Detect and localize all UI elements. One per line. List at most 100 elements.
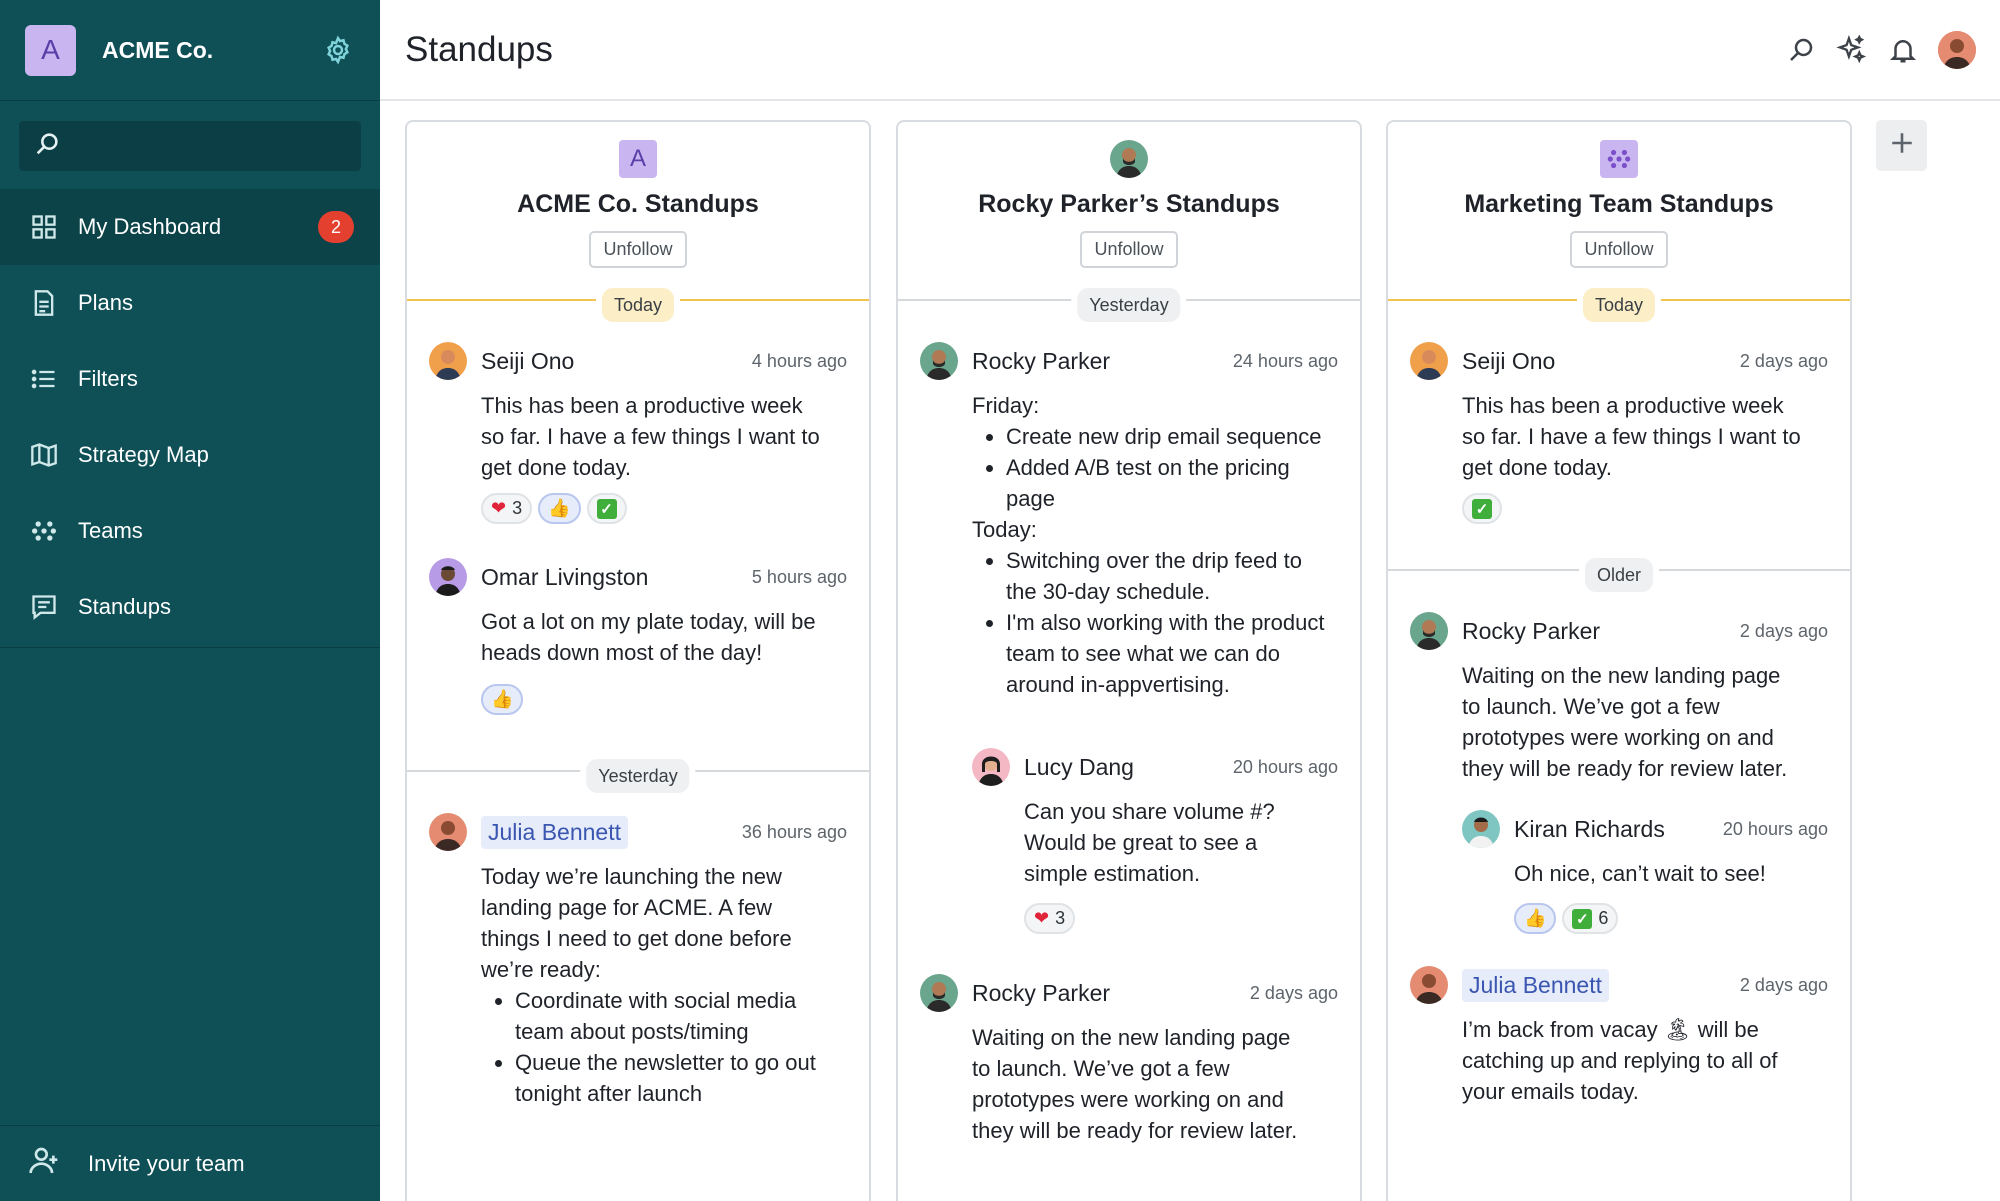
author-name[interactable]: Omar Livingston: [481, 564, 752, 591]
avatar[interactable]: [429, 558, 467, 596]
avatar[interactable]: [920, 974, 958, 1012]
author-name[interactable]: Julia Bennett: [1462, 968, 1609, 1002]
timestamp: 2 days ago: [1739, 974, 1828, 995]
avatar[interactable]: [1410, 342, 1448, 380]
sidebar-nav: My Dashboard 2 Plans Filters Strategy Ma…: [0, 189, 380, 648]
bullet-item: Added A/B test on the pricing page: [1006, 452, 1338, 514]
date-pill: Older: [1578, 552, 1660, 598]
date-pill: Yesterday: [1071, 282, 1187, 328]
post-line: so far. I have a few things I want to: [481, 424, 820, 449]
post-line: landing page for ACME. A few: [481, 895, 773, 920]
sidebar-item-my-dashboard[interactable]: My Dashboard 2: [0, 189, 380, 265]
post-line: Oh nice, can’t wait to see!: [1514, 861, 1766, 886]
team-dots-icon: [1600, 140, 1638, 178]
gear-icon[interactable]: [321, 33, 355, 67]
reactions: 👍 ✓ 6: [1514, 903, 1828, 934]
reaction-thumbs-up[interactable]: 👍: [1514, 903, 1557, 934]
post-line: they will be ready for review later.: [1462, 756, 1788, 781]
sidebar-divider: [0, 647, 380, 648]
avatar[interactable]: [920, 342, 958, 380]
reaction-thumbs-up[interactable]: 👍: [481, 684, 524, 715]
heart-icon: ❤: [1034, 908, 1050, 928]
post-line: This has been a productive week: [481, 393, 803, 418]
sidebar-item-plans[interactable]: Plans: [0, 265, 380, 341]
map-icon: [28, 439, 60, 471]
post-line: your emails today.: [1462, 1079, 1639, 1104]
heart-icon: ❤: [491, 498, 507, 518]
standup-column-acme: A ACME Co. Standups Unfollow Today Seiji…: [405, 120, 871, 1201]
reactions: ❤ 3: [1024, 903, 1338, 934]
date-pill: Yesterday: [580, 753, 696, 799]
date-separator: Yesterday: [407, 753, 869, 799]
search-icon[interactable]: [1785, 34, 1816, 65]
bullet-item: Create new drip email sequence: [1006, 421, 1338, 452]
post-line: to launch. We’ve got a few: [1462, 694, 1720, 719]
sidebar-item-teams[interactable]: Teams: [0, 493, 380, 569]
standup-post: Rocky Parker 2 days ago Waiting on the n…: [898, 974, 1360, 1146]
avatar[interactable]: [972, 748, 1010, 786]
bullet-item: Coordinate with social media team about …: [515, 985, 847, 1047]
author-name[interactable]: Seiji Ono: [481, 348, 752, 375]
bell-icon[interactable]: [1887, 34, 1918, 65]
avatar[interactable]: [429, 342, 467, 380]
author-name[interactable]: Rocky Parker: [972, 980, 1250, 1007]
invite-team-button[interactable]: Invite your team: [0, 1125, 380, 1201]
post-body: Waiting on the new landing page to launc…: [972, 1022, 1338, 1146]
author-name[interactable]: Kiran Richards: [1514, 816, 1723, 843]
standup-post: Seiji Ono 4 hours ago This has been a pr…: [407, 342, 869, 524]
timestamp: 4 hours ago: [751, 350, 847, 371]
sidebar-item-strategy-map[interactable]: Strategy Map: [0, 417, 380, 493]
post-line: prototypes were working on and: [972, 1087, 1284, 1112]
post-body: This has been a productive week so far. …: [481, 390, 847, 483]
invite-label: Invite your team: [88, 1150, 245, 1176]
date-separator: Yesterday: [898, 282, 1360, 328]
author-name[interactable]: Lucy Dang: [1024, 754, 1233, 781]
post-line: they will be ready for review later.: [972, 1118, 1298, 1143]
bullet-item: I'm also working with the product team t…: [1006, 607, 1338, 700]
post-line: Got a lot on my plate today, will be: [481, 609, 816, 634]
avatar[interactable]: [1410, 612, 1448, 650]
add-user-icon: [28, 1145, 60, 1183]
standup-column-marketing: Marketing Team Standups Unfollow Today S…: [1386, 120, 1852, 1201]
sidebar-search-input[interactable]: [19, 121, 361, 171]
reaction-count: 6: [1598, 908, 1609, 928]
reaction-thumbs-up[interactable]: 👍: [538, 493, 581, 524]
sidebar-item-filters[interactable]: Filters: [0, 341, 380, 417]
unfollow-button[interactable]: Unfollow: [1570, 231, 1668, 268]
org-header: A ACME Co.: [0, 0, 380, 101]
author-name[interactable]: Seiji Ono: [1462, 348, 1740, 375]
user-avatar[interactable]: [1938, 30, 1976, 69]
column-avatar: [1110, 140, 1148, 178]
reaction-heart[interactable]: ❤ 3: [1024, 903, 1076, 934]
list-icon: [28, 363, 60, 395]
unfollow-button[interactable]: Unfollow: [1080, 231, 1178, 268]
thumbs-up-icon: 👍: [1524, 908, 1547, 928]
sidebar-item-label: Standups: [78, 594, 171, 619]
check-icon: ✓: [1472, 498, 1492, 519]
avatar[interactable]: [429, 813, 467, 851]
standup-column-rocky: Rocky Parker’s Standups Unfollow Yesterd…: [896, 120, 1362, 1201]
org-avatar[interactable]: A: [25, 24, 76, 76]
add-column-button[interactable]: [1876, 120, 1927, 171]
standup-post: Rocky Parker 24 hours ago Friday: Create…: [898, 342, 1360, 700]
sidebar-item-label: My Dashboard: [78, 214, 222, 239]
unfollow-button[interactable]: Unfollow: [589, 231, 687, 268]
org-name[interactable]: ACME Co.: [102, 37, 321, 64]
author-name[interactable]: Julia Bennett: [481, 815, 628, 849]
author-name[interactable]: Rocky Parker: [972, 348, 1233, 375]
reply-post: Kiran Richards 20 hours ago Oh nice, can…: [1440, 810, 1850, 934]
date-pill: Today: [595, 282, 681, 328]
reaction-check[interactable]: ✓: [1462, 493, 1502, 524]
standup-post: Seiji Ono 2 days ago This has been a pro…: [1388, 342, 1850, 524]
column-header: Rocky Parker’s Standups Unfollow: [898, 122, 1360, 268]
reaction-heart[interactable]: ❤ 3: [481, 493, 533, 524]
sparkle-ai-icon[interactable]: [1836, 34, 1867, 65]
avatar[interactable]: [1410, 966, 1448, 1004]
reaction-check[interactable]: ✓ 6: [1562, 903, 1619, 934]
reaction-check[interactable]: ✓: [586, 493, 627, 524]
avatar[interactable]: [1462, 810, 1500, 848]
sidebar-item-label: Filters: [78, 366, 138, 391]
date-separator: Today: [1388, 282, 1850, 328]
sidebar-item-standups[interactable]: Standups: [0, 569, 380, 645]
author-name[interactable]: Rocky Parker: [1462, 618, 1740, 645]
